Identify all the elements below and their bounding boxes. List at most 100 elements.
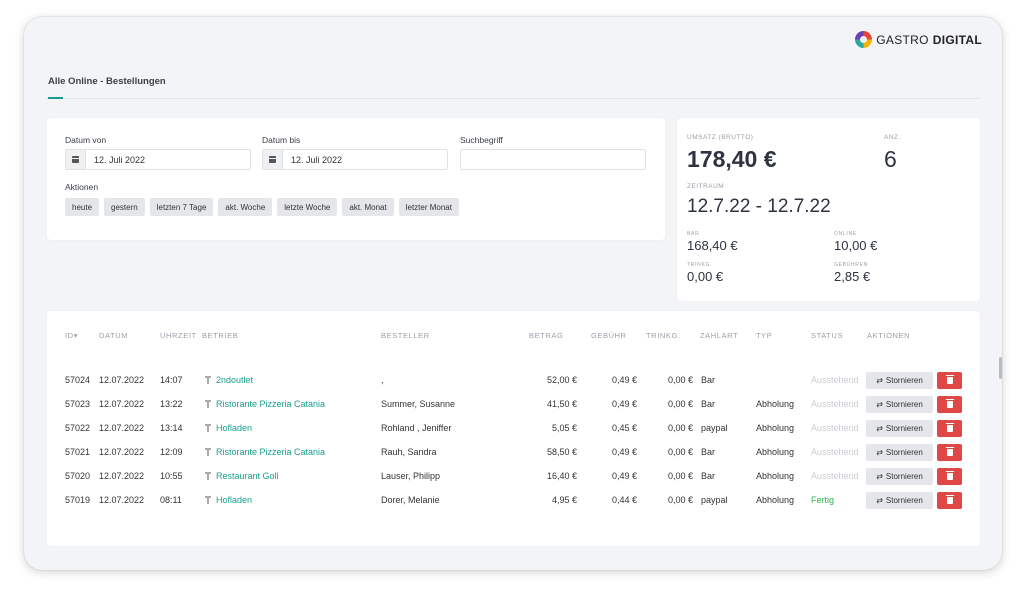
cell-status: Ausstehend — [811, 471, 859, 481]
cell-customer: Lauser, Philipp — [381, 471, 441, 481]
cell-date: 12.07.2022 — [99, 399, 145, 409]
cell-tip: 0,00 € — [667, 495, 693, 505]
cancel-order-button[interactable]: ⇄ Stornieren — [866, 420, 933, 437]
cell-amount: 41,50 € — [546, 399, 577, 409]
cancel-label: Stornieren — [885, 472, 923, 481]
brand-name-part2: DIGITAL — [932, 32, 982, 47]
column-header-uhrzeit: UHRZEIT — [160, 331, 197, 340]
search-input[interactable] — [460, 149, 646, 170]
action-akt-woche-button[interactable]: akt. Woche — [218, 198, 273, 216]
online-value: 10,00 € — [834, 238, 878, 253]
trash-icon — [945, 399, 954, 408]
column-header-id[interactable]: ID▾ — [65, 331, 78, 340]
table-row: 57022 12.07.2022 13:14 Hofladen Rohland … — [47, 417, 980, 441]
action-letzter-monat-button[interactable]: letzter Monat — [398, 198, 459, 216]
cell-time: 08:11 — [160, 495, 182, 505]
cell-payment: Bar — [701, 447, 716, 457]
cell-fee: 0,49 € — [611, 375, 637, 385]
cell-customer: , — [381, 375, 384, 385]
trinkg-label: TRINKG. — [687, 262, 713, 268]
cancel-label: Stornieren — [885, 496, 923, 505]
cell-amount: 16,40 € — [546, 471, 577, 481]
column-header-typ: TYP — [756, 331, 773, 340]
cell-fee: 0,49 € — [611, 399, 637, 409]
cancel-order-button[interactable]: ⇄ Stornieren — [866, 492, 933, 509]
cell-business-link[interactable]: 2ndoutlet — [216, 375, 253, 385]
cell-time: 12:09 — [160, 447, 183, 457]
action-gestern-button[interactable]: gestern — [104, 198, 145, 216]
cell-id: 57020 — [65, 471, 91, 481]
brand-name-part1: GASTRO — [876, 32, 929, 47]
cancel-order-button[interactable]: ⇄ Stornieren — [866, 468, 933, 485]
cancel-order-button[interactable]: ⇄ Stornieren — [866, 444, 933, 461]
table-row: 57019 12.07.2022 08:11 Hofladen Dorer, M… — [47, 489, 980, 513]
action-letzte-woche-button[interactable]: letzte Woche — [277, 198, 338, 216]
date-from-field[interactable]: 12. Juli 2022 — [65, 149, 251, 170]
cell-customer: Rauh, Sandra — [381, 447, 437, 457]
refresh-icon: ⇄ — [876, 472, 883, 481]
restaurant-icon — [205, 400, 211, 408]
revenue-summary: UMSATZ (BRUTTO) 178,40 € ANZ. 6 ZEITRAUM… — [677, 118, 980, 301]
cell-business-link[interactable]: Restaurant Goll — [216, 471, 279, 481]
cell-tip: 0,00 € — [667, 471, 693, 481]
delete-order-button[interactable] — [937, 420, 962, 437]
delete-order-button[interactable] — [937, 396, 962, 413]
refresh-icon: ⇄ — [876, 400, 883, 409]
cell-business-link[interactable]: Ristorante Pizzeria Catania — [216, 447, 325, 457]
app-window: GASTRO DIGITAL Alle Online - Bestellungen… — [24, 17, 1002, 570]
cell-id: 57019 — [65, 495, 91, 505]
cell-business-link[interactable]: Hofladen — [216, 495, 252, 505]
cell-payment: Bar — [701, 375, 716, 385]
cell-date: 12.07.2022 — [99, 495, 145, 505]
cell-business-link[interactable]: Ristorante Pizzeria Catania — [216, 399, 325, 409]
refresh-icon: ⇄ — [876, 424, 883, 433]
orders-table: ID▾ DATUM UHRZEIT BETRIEB BESTELLER BETR… — [47, 311, 980, 546]
date-from-value: 12. Juli 2022 — [94, 154, 146, 165]
cell-id: 57021 — [65, 447, 91, 457]
cancel-label: Stornieren — [885, 400, 923, 409]
column-header-aktionen: AKTIONEN — [867, 331, 911, 340]
calendar-icon — [263, 150, 283, 169]
brand-logo-icon — [855, 31, 873, 48]
column-header-betrieb: BETRIEB — [202, 331, 239, 340]
cell-status: Ausstehend — [811, 399, 859, 409]
restaurant-icon — [205, 496, 211, 504]
delete-order-button[interactable] — [937, 492, 962, 509]
cell-tip: 0,00 € — [667, 375, 693, 385]
umsatz-label: UMSATZ (BRUTTO) — [687, 134, 754, 141]
cell-date: 12.07.2022 — [99, 471, 145, 481]
cell-payment: Bar — [701, 399, 716, 409]
cancel-label: Stornieren — [885, 424, 923, 433]
cell-customer: Rohland , Jeniffer — [381, 423, 452, 433]
filter-panel: Datum von 12. Juli 2022 Datum bis 12. Ju… — [47, 118, 665, 240]
brand-logo: GASTRO DIGITAL — [855, 31, 982, 48]
cell-date: 12.07.2022 — [99, 423, 145, 433]
umsatz-value: 178,40 € — [687, 146, 777, 172]
delete-order-button[interactable] — [937, 372, 962, 389]
restaurant-icon — [205, 424, 211, 432]
scrollbar[interactable] — [999, 357, 1002, 379]
cell-fee: 0,49 € — [611, 471, 637, 481]
cell-fee: 0,45 € — [611, 423, 637, 433]
column-header-gebuehr: GEBÜHR — [591, 331, 627, 340]
action-letzten-7-tage-button[interactable]: letzten 7 Tage — [149, 198, 214, 216]
cancel-label: Stornieren — [885, 376, 923, 385]
cell-fee: 0,49 € — [611, 447, 637, 457]
cancel-order-button[interactable]: ⇄ Stornieren — [866, 372, 933, 389]
cell-business-link[interactable]: Hofladen — [216, 423, 252, 433]
refresh-icon: ⇄ — [876, 376, 883, 385]
cell-status: Ausstehend — [811, 447, 859, 457]
search-label: Suchbegriff — [460, 135, 503, 145]
gebuehren-value: 2,85 € — [834, 269, 871, 284]
table-row: 57023 12.07.2022 13:22 Ristorante Pizzer… — [47, 393, 980, 417]
action-heute-button[interactable]: heute — [65, 198, 100, 216]
cancel-order-button[interactable]: ⇄ Stornieren — [866, 396, 933, 413]
restaurant-icon — [205, 448, 211, 456]
trash-icon — [945, 495, 954, 504]
cell-payment: Bar — [701, 471, 716, 481]
tab-alle-online-bestellungen[interactable]: Alle Online - Bestellungen — [48, 76, 166, 99]
delete-order-button[interactable] — [937, 444, 962, 461]
delete-order-button[interactable] — [937, 468, 962, 485]
action-akt-monat-button[interactable]: akt. Monat — [342, 198, 394, 216]
date-to-field[interactable]: 12. Juli 2022 — [262, 149, 448, 170]
